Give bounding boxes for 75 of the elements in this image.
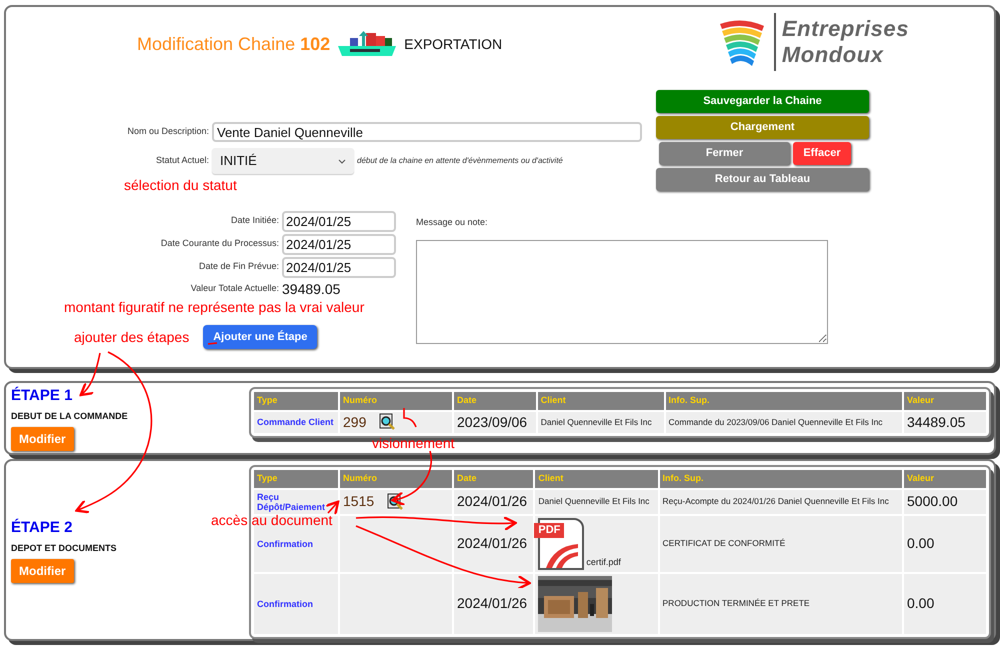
column-header: Date (454, 392, 536, 410)
table-cell: CERTIFICAT DE CONFORMITÉ (660, 516, 902, 572)
table-cell: 34489.05 (904, 412, 986, 432)
annotation-line (403, 408, 417, 428)
table-cell: 2023/09/06 (454, 412, 536, 432)
column-header: Valeur (904, 392, 986, 410)
field-label: Valeur Totale Actuelle: (190, 282, 280, 296)
save-button[interactable]: Sauvegarder la Chaine (656, 90, 869, 113)
field-label: Date de Fin Prévue: (198, 260, 280, 274)
status-hint: début de la chaine en attente d'évènmements ou d'activité (357, 155, 563, 167)
step-subtitle: DEBUT DE LA COMMANDE (11, 410, 128, 422)
add-step-button[interactable]: Ajouter une Étape (203, 325, 318, 349)
page-title: Modification Chaine 102 (137, 32, 330, 56)
table-cell: 2024/01/26 (454, 574, 534, 634)
date-field[interactable]: 2024/01/25 (282, 234, 396, 254)
column-header: Client (538, 392, 664, 410)
column-header: Valeur (904, 470, 986, 488)
column-header: Date (454, 470, 534, 488)
column-header: Info. Sup. (660, 470, 902, 488)
table-cell: 2024/01/26 (454, 516, 534, 572)
step-subtitle: DEPOT ET DOCUMENTS (11, 542, 117, 554)
annotation-text: ajouter des étapes (73, 328, 190, 347)
chevron-down-icon (338, 158, 346, 164)
column-header: Type (254, 470, 338, 488)
cargo-ship-icon (336, 30, 398, 58)
field-label: Date Courante du Processus: (160, 237, 280, 250)
field-label: Nom ou Description: (126, 125, 210, 138)
column-header: Numéro (340, 392, 452, 410)
annotation-line (208, 342, 218, 345)
back-button[interactable]: Retour au Tableau (656, 168, 869, 191)
step-title: ÉTAPE 1 (11, 386, 72, 406)
annotation-text: accès au document (211, 512, 332, 530)
annotation-text: montant figuratif ne représente pas la vrai valeur (63, 299, 366, 315)
logo-text: Mondoux (782, 42, 884, 68)
table-cell: 0.00 (904, 516, 986, 572)
document-type-link[interactable]: Commande Client (257, 417, 335, 427)
delete-button[interactable]: Effacer (793, 142, 851, 165)
field-label: Date Initiée: (230, 214, 280, 228)
annotation-text: sélection du statut (123, 176, 238, 195)
column-header: Info. Sup. (666, 392, 902, 410)
annotation-arrow (324, 500, 340, 516)
table-cell: 2024/01/26 (454, 490, 534, 514)
swoosh-icon (544, 542, 580, 568)
document-number[interactable]: 299 (343, 412, 366, 432)
client-name: Daniel Quenneville Et Fils Inc (538, 496, 650, 506)
pdf-badge: PDF (534, 522, 564, 538)
table-cell: PRODUCTION TERMINÉE ET PRETE (660, 574, 902, 634)
load-button[interactable]: Chargement (656, 116, 869, 139)
status-dropdown[interactable]: INITIÉ (212, 148, 354, 174)
table-cell: 5000.00 (904, 490, 986, 514)
category-label: EXPORTATION (404, 34, 502, 54)
logo-text: Entreprises (782, 16, 909, 42)
field-label: Message ou note: (416, 216, 489, 229)
magnifier-document-icon[interactable] (378, 413, 396, 431)
step-title: ÉTAPE 2 (11, 518, 72, 538)
client-name: Daniel Quenneville Et Fils Inc (540, 416, 652, 427)
document-type-link[interactable]: Reçu Dépôt/Paiement (257, 492, 335, 512)
file-name[interactable]: certif.pdf (586, 556, 621, 570)
total-value: 39489.05 (282, 280, 340, 298)
annotation-arrow (391, 450, 432, 506)
table-cell: Commande du 2023/09/06 Daniel Quenneville Et Fils Inc (666, 412, 902, 432)
table-cell: 0.00 (904, 574, 986, 634)
close-button[interactable]: Fermer (659, 142, 790, 165)
document-number[interactable]: 1515 (343, 491, 374, 512)
date-field[interactable]: 2024/01/25 (282, 210, 396, 232)
column-header: Client (535, 470, 658, 488)
date-field[interactable]: 2024/01/25 (282, 256, 396, 278)
column-header: Numéro (340, 470, 452, 488)
document-type-link[interactable]: Confirmation (257, 598, 335, 608)
table-cell: Reçu-Acompte du 2024/01/26 Daniel Quenneville Et Fils Inc (660, 490, 902, 514)
column-header: Type (254, 392, 338, 410)
document-type-link[interactable]: Confirmation (257, 538, 335, 548)
message-field[interactable] (416, 240, 828, 344)
field-label: Statut Actuel: (154, 154, 210, 168)
description-field[interactable]: Vente Daniel Quenneville (212, 122, 642, 142)
